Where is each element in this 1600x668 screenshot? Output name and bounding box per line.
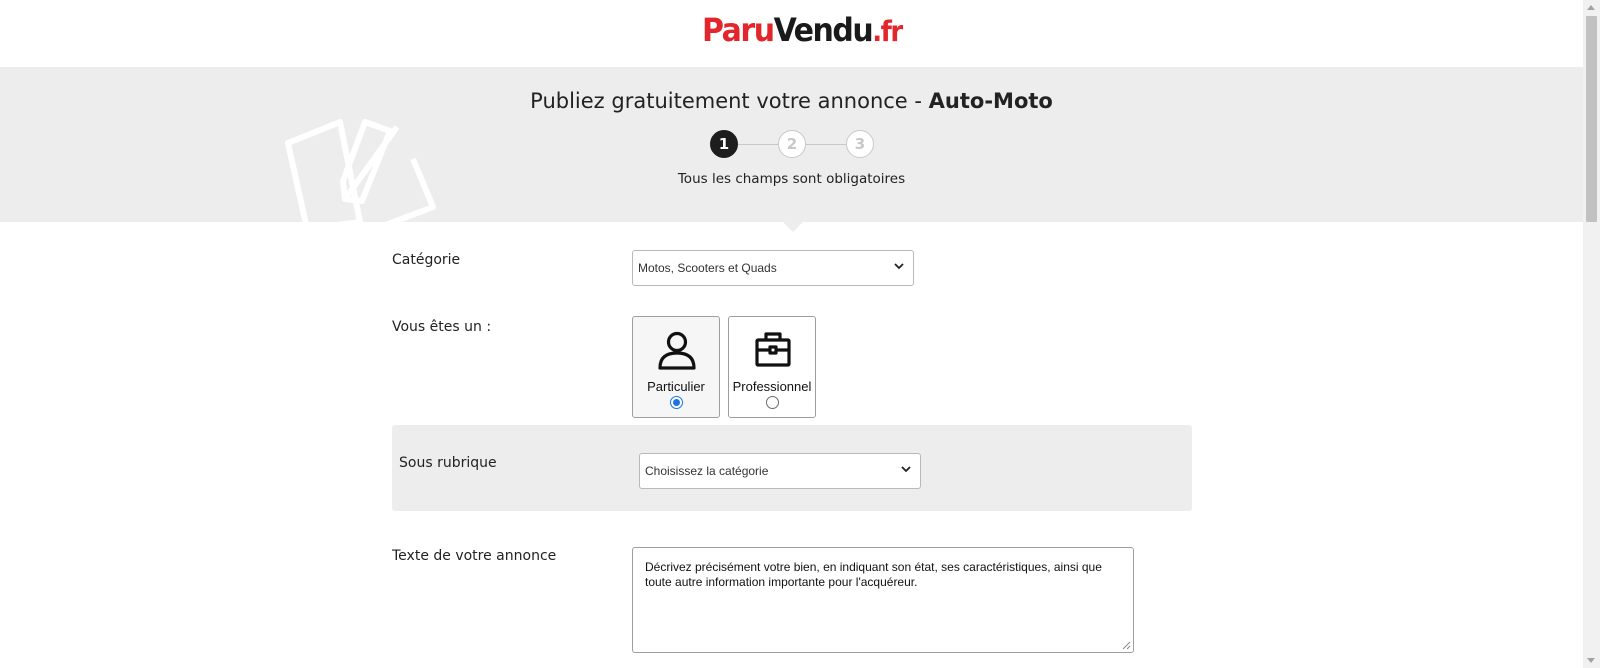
seller-type-label: Vous êtes un : xyxy=(392,319,492,335)
page-title-category: Auto-Moto xyxy=(928,89,1053,113)
category-select-value: Motos, Scooters et Quads xyxy=(638,261,777,275)
ad-text-textarea[interactable]: Décrivez précisément votre bien, en indi… xyxy=(632,547,1134,653)
scrollbar-thumb[interactable] xyxy=(1586,16,1597,222)
step-3: 3 xyxy=(846,130,874,158)
briefcase-icon xyxy=(755,332,791,367)
resize-handle-icon[interactable] xyxy=(1122,641,1131,650)
seller-option-professionnel[interactable]: Professionnel xyxy=(728,316,816,418)
sub-rubric-select[interactable]: Choisissez la catégorie xyxy=(639,453,921,489)
logo-text-fr: .fr xyxy=(872,16,903,49)
scroll-up-icon[interactable] xyxy=(1587,5,1595,10)
chevron-down-icon xyxy=(901,466,911,473)
step-indicator: 1 2 3 xyxy=(710,130,875,158)
logo-text-vendu: Vendu xyxy=(773,12,874,50)
person-icon xyxy=(658,331,696,370)
top-header: ParuVendu.fr xyxy=(0,0,1583,67)
page-scrollbar[interactable] xyxy=(1583,0,1600,668)
step-1: 1 xyxy=(710,130,738,158)
step-connector xyxy=(805,144,847,145)
page-title-prefix: Publiez gratuitement votre annonce - xyxy=(530,89,929,113)
category-label: Catégorie xyxy=(392,252,461,268)
banner-pointer xyxy=(783,222,803,232)
logo-text-paru: Paru xyxy=(702,12,775,50)
paruvendu-logo[interactable]: ParuVendu.fr xyxy=(702,12,903,50)
category-select[interactable]: Motos, Scooters et Quads xyxy=(632,250,914,286)
seller-option-label: Particulier xyxy=(647,379,705,394)
step-connector xyxy=(737,144,779,145)
seller-option-label: Professionnel xyxy=(732,379,812,394)
ad-text-placeholder: Décrivez précisément votre bien, en indi… xyxy=(645,560,1102,589)
page-title: Publiez gratuitement votre annonce - Aut… xyxy=(0,89,1583,113)
scroll-down-icon[interactable] xyxy=(1587,658,1595,663)
professionnel-radio[interactable] xyxy=(766,396,779,409)
sub-rubric-select-value: Choisissez la catégorie xyxy=(645,464,769,478)
step-2: 2 xyxy=(778,130,806,158)
seller-option-particulier[interactable]: Particulier xyxy=(632,316,720,418)
particulier-radio[interactable] xyxy=(670,396,683,409)
chevron-down-icon xyxy=(894,263,904,270)
publish-banner: Publiez gratuitement votre annonce - Aut… xyxy=(0,67,1583,222)
sub-rubric-label: Sous rubrique xyxy=(399,455,497,471)
ad-text-label: Texte de votre annonce xyxy=(392,548,557,564)
required-fields-note: Tous les champs sont obligatoires xyxy=(677,171,906,187)
